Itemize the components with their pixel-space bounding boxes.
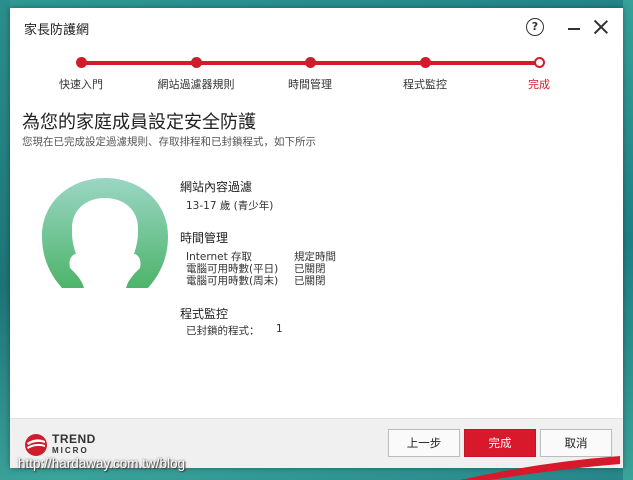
progress-stepper: 快速入門 網站過濾器規則 時間管理 程式監控 完成 [10,56,623,96]
step-label-time-management: 時間管理 [288,78,332,91]
help-icon[interactable]: ? [526,18,544,36]
time-management-title: 時間管理 [180,231,229,245]
window-title: 家長防護網 [24,23,90,38]
finish-button[interactable]: 完成 [464,429,536,457]
blocked-programs-label: 已封鎖的程式： [186,325,260,337]
step-dot-web-filter [191,57,202,68]
trend-micro-logo: TREND MICRO [24,431,104,459]
close-icon[interactable] [594,20,608,34]
time-row-label: 電腦可用時數(周末) [186,275,279,287]
desktop-decoration [460,456,620,480]
time-row-value: 已關閉 [294,275,326,287]
parental-controls-window: 家長防護網 ? 快速入門 網站過濾器規則 時間管理 程式監控 完成 為您的家庭成… [10,8,623,468]
step-label-quick-start: 快速入門 [59,78,103,91]
family-member-avatar-icon [42,178,168,288]
blog-watermark: http://hardaway.com.tw/blog [18,456,186,471]
minimize-icon[interactable] [568,28,580,30]
step-label-finish: 完成 [528,78,550,91]
web-filter-value: 13-17 歲 (青少年) [186,200,274,212]
back-button[interactable]: 上一步 [388,429,460,457]
step-label-web-filter: 網站過濾器規則 [157,78,235,91]
program-control-title: 程式監控 [180,307,229,321]
step-label-program-control: 程式監控 [403,78,447,91]
step-dot-program-control [420,57,431,68]
blocked-programs-count: 1 [276,323,283,335]
step-dot-finish [534,57,545,68]
step-dot-time-management [305,57,316,68]
logo-wordmark-top: TREND [52,432,96,446]
web-filter-title: 網站內容過濾 [180,180,253,194]
page-subtitle: 您現在已完成設定過濾規則、存取排程和已封鎖程式，如下所示 [22,136,316,148]
step-dot-quick-start [76,57,87,68]
title-bar[interactable]: 家長防護網 ? [10,8,623,46]
trend-micro-logo-icon [25,434,47,456]
desktop-background-left [0,0,10,480]
desktop-background-right [623,0,633,480]
logo-wordmark-bottom: MICRO [52,446,89,455]
cancel-button[interactable]: 取消 [540,429,612,457]
page-title: 為您的家庭成員設定安全防護 [22,112,256,133]
